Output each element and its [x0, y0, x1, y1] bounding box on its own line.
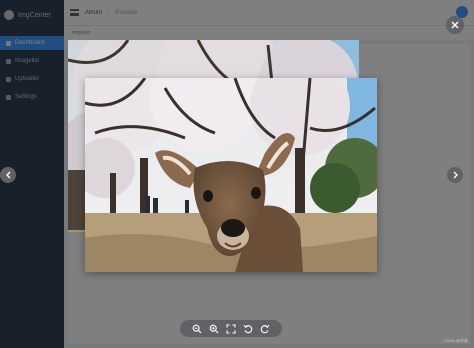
zoom-in-icon: [209, 324, 219, 333]
rotate-left-icon: [243, 324, 253, 333]
fullscreen-icon: [226, 323, 236, 334]
rotate-left-button[interactable]: [242, 323, 254, 335]
close-icon: [451, 21, 459, 29]
rotate-right-icon: [260, 324, 270, 333]
next-button[interactable]: [447, 167, 463, 183]
rotate-right-button[interactable]: [259, 323, 271, 335]
current-image[interactable]: [85, 78, 377, 272]
viewer-toolbar: [180, 320, 282, 337]
arrow-right-icon: [453, 171, 458, 179]
zoom-in-button[interactable]: [208, 323, 220, 335]
close-button[interactable]: [446, 16, 464, 34]
prev-button[interactable]: [0, 167, 16, 183]
fullscreen-button[interactable]: [225, 323, 237, 335]
arrow-left-icon: [5, 171, 10, 179]
zoom-out-icon: [192, 324, 202, 333]
image-viewer: CSDN @作者: [0, 0, 474, 348]
watermark: CSDN @作者: [443, 338, 468, 343]
zoom-out-button[interactable]: [191, 323, 203, 335]
